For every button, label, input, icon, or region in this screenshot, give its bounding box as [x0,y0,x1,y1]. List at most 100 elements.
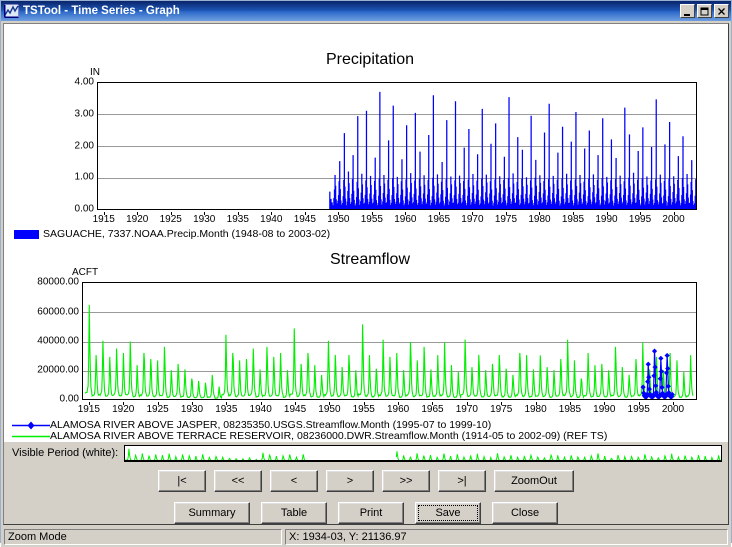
x-tick-mark [158,402,159,405]
legend-item[interactable]: ALAMOSA RIVER ABOVE TERRACE RESERVOIR, 0… [4,431,732,442]
action-button-row: Summary Table Print Save Close [4,492,728,524]
streamflow-plot-area[interactable] [82,282,697,400]
streamflow-legend: ALAMOSA RIVER ABOVE JASPER, 08235350.USG… [4,420,732,442]
x-tick-mark [432,402,433,405]
y-tick: 60000.00 [37,307,79,318]
streamflow-series-canvas [83,283,696,399]
x-tick-mark [261,402,262,405]
x-tick-mark [467,402,468,405]
x-tick-mark [204,212,205,215]
x-tick-mark [329,402,330,405]
minimize-button[interactable] [680,4,695,18]
nav-page-forward-button[interactable]: >> [382,470,430,492]
x-tick: 1940 [250,404,272,415]
streamflow-y-axis: 80000.00 60000.00 40000.00 20000.00 0.00 [9,24,79,444]
y-tick: 0.00 [60,394,79,405]
x-tick-mark [364,402,365,405]
x-tick: 1930 [193,214,215,225]
x-tick-mark [639,402,640,405]
x-tick-mark [271,212,272,215]
x-tick-mark [398,402,399,405]
window-title: TSTool - Time Series - Graph [23,5,680,17]
x-tick: 1930 [181,404,203,415]
maximize-button[interactable] [697,4,712,18]
print-button[interactable]: Print [338,502,404,524]
x-tick: 1950 [327,214,349,225]
streamflow-x-axis: 1915192019251930193519401945195019551960… [82,402,697,416]
x-tick: 2000 [662,214,684,225]
x-tick-mark [501,402,502,405]
x-tick-mark [539,212,540,215]
application-window: TSTool - Time Series - Graph Precipitati… [0,0,732,543]
navigation-button-row: |< << < > >> >| ZoomOut [4,464,728,492]
x-tick-mark [640,212,641,215]
x-tick-mark [439,212,440,215]
x-tick: 1970 [461,214,483,225]
x-tick: 1980 [528,214,550,225]
x-tick-mark [372,212,373,215]
x-tick-mark [338,212,339,215]
x-tick-mark [405,212,406,215]
status-bar: Zoom Mode X: 1934-03, Y: 21136.97 [1,527,731,547]
x-tick-mark [123,402,124,405]
x-tick-mark [573,212,574,215]
window-controls [680,4,729,18]
x-tick: 1935 [215,404,237,415]
x-tick-mark [305,212,306,215]
x-tick: 1985 [559,404,581,415]
save-button[interactable]: Save [415,502,481,524]
precipitation-series-canvas [98,83,696,209]
close-button[interactable]: Close [492,502,558,524]
x-tick-mark [104,212,105,215]
nav-last-button[interactable]: >| [438,470,486,492]
x-tick: 1920 [112,404,134,415]
precipitation-chart-title: Precipitation [4,51,732,69]
x-tick: 1920 [126,214,148,225]
x-tick: 1925 [146,404,168,415]
x-tick-mark [607,212,608,215]
x-tick: 1940 [260,214,282,225]
x-tick-mark [673,402,674,405]
graph-canvas[interactable]: Precipitation IN 4.00 3.00 2.00 1.00 0.0… [4,24,728,442]
client-area: Precipitation IN 4.00 3.00 2.00 1.00 0.0… [3,23,729,525]
x-tick-mark [226,402,227,405]
visible-period-label: Visible Period (white): [12,447,118,459]
legend-label: ALAMOSA RIVER ABOVE TERRACE RESERVOIR, 0… [50,431,607,442]
x-tick-mark [171,212,172,215]
x-tick-mark [192,402,193,405]
x-tick: 1915 [93,214,115,225]
legend-item[interactable]: SAGUACHE, 7337.NOAA.Precip.Month (1948-0… [4,229,732,240]
table-button[interactable]: Table [261,502,327,524]
x-tick-mark [604,402,605,405]
y-tick: 40000.00 [37,336,79,347]
precipitation-x-axis: 1915192019251930193519401945195019551960… [97,212,697,226]
graph-window-icon [4,4,19,18]
y-tick: 20000.00 [37,365,79,376]
streamflow-chart-title: Streamflow [4,251,732,269]
visible-period-slider[interactable] [124,445,722,462]
x-tick: 1990 [593,404,615,415]
nav-back-button[interactable]: < [270,470,318,492]
nav-forward-button[interactable]: > [326,470,374,492]
summary-button[interactable]: Summary [174,502,250,524]
x-tick: 1935 [227,214,249,225]
x-tick: 1945 [294,214,316,225]
nav-first-button[interactable]: |< [158,470,206,492]
x-tick: 2000 [662,404,684,415]
x-tick: 1960 [387,404,409,415]
title-bar[interactable]: TSTool - Time Series - Graph [1,1,731,21]
legend-label: SAGUACHE, 7337.NOAA.Precip.Month (1948-0… [43,229,330,240]
x-tick: 1955 [353,404,375,415]
x-tick-mark [89,402,90,405]
nav-page-back-button[interactable]: << [214,470,262,492]
close-button-titlebar[interactable] [714,4,729,18]
zoom-out-button[interactable]: ZoomOut [494,470,574,492]
x-tick-mark [137,212,138,215]
visible-period-row: Visible Period (white): [4,442,728,464]
x-tick: 1995 [628,404,650,415]
x-tick-mark [570,402,571,405]
x-tick: 1955 [361,214,383,225]
precipitation-legend: SAGUACHE, 7337.NOAA.Precip.Month (1948-0… [4,229,732,240]
precipitation-plot-area[interactable] [97,82,697,210]
x-tick: 1915 [78,404,100,415]
